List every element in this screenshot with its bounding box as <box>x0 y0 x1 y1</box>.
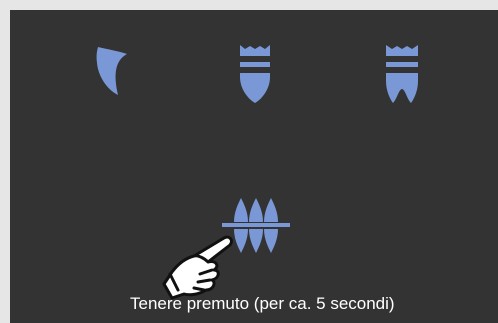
hold-instruction-label: Tenere premuto (per ca. 5 secondi) <box>130 294 395 313</box>
bridge-icon[interactable] <box>384 45 420 105</box>
tool-panel: Tenere premuto (per ca. 5 secondi) <box>10 10 498 323</box>
crown-icon[interactable] <box>238 45 272 105</box>
veneer-icon[interactable] <box>96 45 130 101</box>
pointing-hand-icon <box>160 222 240 302</box>
